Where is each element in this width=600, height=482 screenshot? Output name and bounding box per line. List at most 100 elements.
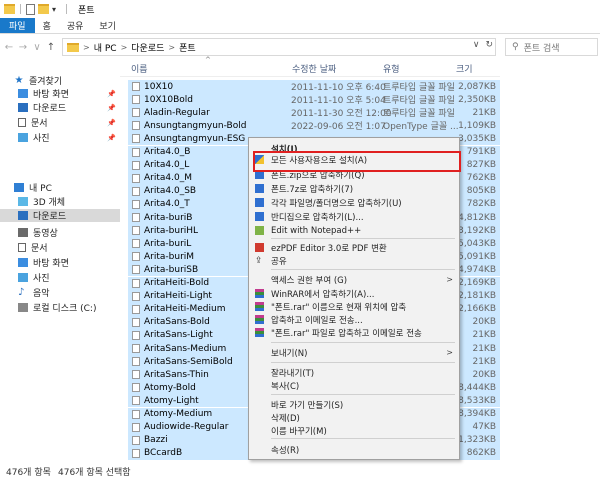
sidebar-item-this-pc[interactable]: 내 PC (0, 181, 120, 194)
sidebar-item-label: 바탕 화면 (33, 90, 69, 100)
file-name: 10X10 (144, 81, 174, 92)
share-icon: ⇪ (255, 256, 263, 266)
file-name: Arita-buriSB (144, 264, 199, 275)
sidebar-item-documents-pc[interactable]: 문서 (0, 241, 120, 254)
font-file-icon (132, 147, 140, 157)
context-menu-item[interactable]: 반디집으로 압축하기(L)... (249, 210, 459, 223)
sidebar-item-label: 사진 (33, 274, 50, 284)
context-menu-item[interactable]: 잘라내기(T) (249, 366, 459, 379)
sidebar-item-pictures-pc[interactable]: 사진 (0, 271, 120, 284)
notepad-icon (255, 226, 264, 235)
sidebar-item-quick-access[interactable]: ★ 즐겨찾기 (0, 74, 120, 87)
context-menu-item[interactable]: 바로 가기 만들기(S) (249, 398, 459, 411)
context-menu-item[interactable]: ⇪ 공유 (249, 254, 459, 267)
sidebar-item-documents[interactable]: 문서 📌 (0, 116, 120, 129)
sidebar-item-label: 즐겨찾기 (29, 77, 63, 87)
context-menu-item[interactable]: "폰트.rar" 이름으로 현재 위치에 압축 (249, 300, 459, 313)
file-name: Arita-buriB (144, 212, 193, 223)
column-header-size[interactable]: 크기 (456, 62, 473, 75)
context-menu-item[interactable]: 폰트.7z로 압축하기(7) (249, 182, 459, 195)
file-name: Arita-buriHL (144, 225, 199, 236)
context-menu-item[interactable]: 각각 파일명/폴더명으로 압축하기(U) (249, 196, 459, 209)
column-header-type[interactable]: 유형 (383, 62, 400, 75)
file-row[interactable]: 10X10Bold 2011-11-10 오후 5:04 트루타입 글꼴 파일 2,3… (128, 93, 500, 107)
context-menu-item[interactable]: Edit with Notepad++ (249, 224, 459, 237)
up-arrow-icon[interactable]: ↑ (44, 42, 58, 53)
refresh-icon[interactable]: ↻ (485, 40, 493, 50)
sidebar-item-local-disk[interactable]: 로컬 디스크 (C:) (0, 301, 120, 314)
column-header-name[interactable]: 이름 (131, 62, 148, 75)
new-folder-icon[interactable] (38, 4, 49, 14)
sidebar-item-videos[interactable]: 동영상 (0, 226, 120, 239)
winrar-icon (255, 302, 264, 311)
chevron-right-icon[interactable]: > (121, 43, 128, 52)
file-name: AritaHeiti-Light (144, 291, 212, 302)
zip-icon (255, 184, 264, 193)
search-placeholder: 폰트 검색 (523, 43, 560, 54)
file-size: 762KB (466, 173, 496, 184)
chevron-right-icon[interactable]: > (168, 43, 175, 52)
sidebar-item-downloads-pc[interactable]: 다운로드 (0, 209, 120, 222)
tab-home[interactable]: 홈 (35, 18, 59, 33)
address-dropdown-icon[interactable]: ∨ (473, 40, 480, 50)
sidebar-item-desktop[interactable]: 바탕 화면 📌 (0, 87, 120, 100)
file-size: 827KB (466, 160, 496, 171)
file-name: Arita4.0_L (144, 160, 190, 171)
sidebar-item-pictures[interactable]: 사진 📌 (0, 131, 120, 144)
breadcrumb-downloads[interactable]: 다운로드 (131, 41, 164, 54)
file-size: 5,043KB (458, 238, 496, 249)
context-menu-item[interactable]: 액세스 권한 부여 (G) > (249, 273, 459, 286)
context-menu-item[interactable]: ezPDF Editor 3.0로 PDF 변환 (249, 241, 459, 254)
font-file-icon (132, 278, 140, 288)
header-divider (120, 76, 500, 77)
zip-icon (255, 198, 264, 207)
recent-locations-icon[interactable]: ∨ (30, 42, 44, 53)
disk-icon (18, 303, 28, 312)
context-menu-label: 이름 바꾸기(M) (271, 426, 327, 437)
chevron-right-icon[interactable]: > (83, 43, 90, 52)
search-box[interactable]: ⚲ 폰트 검색 (505, 38, 598, 56)
file-name: AritaSans-Light (144, 330, 213, 341)
file-name: AritaSans-Thin (144, 369, 209, 380)
file-row[interactable]: Ansungtangmyun-Bold 2022-09-06 오전 1:07 Ope… (128, 119, 500, 133)
context-menu-label: 보내기(N) (271, 348, 308, 359)
sidebar-item-label: 음악 (33, 289, 50, 299)
quick-access-dropdown-icon[interactable]: ▾ (52, 5, 61, 14)
sidebar-item-3d-objects[interactable]: 3D 개체 (0, 195, 120, 208)
menu-separator (271, 342, 455, 343)
context-menu-item[interactable]: 압축하고 이메일로 전송... (249, 313, 459, 326)
tab-file[interactable]: 파일 (0, 18, 35, 33)
file-size: 2,087KB (458, 81, 496, 92)
tab-view[interactable]: 보기 (91, 18, 124, 33)
column-header-date[interactable]: 수정한 날짜 (292, 62, 336, 75)
file-row[interactable]: 10X10 2011-11-10 오후 6:40 트루타입 글꼴 파일 2,087KB (128, 80, 500, 93)
font-file-icon (132, 226, 140, 236)
sidebar-item-desktop-pc[interactable]: 바탕 화면 (0, 256, 120, 269)
context-menu-item[interactable]: "폰트.rar" 파일로 압축하고 이메일로 전송 (249, 326, 459, 339)
context-menu-item[interactable]: 보내기(N) > (249, 346, 459, 359)
forward-arrow-icon[interactable]: → (16, 42, 30, 53)
folder-icon (67, 42, 79, 52)
file-size: 21KB (472, 343, 496, 354)
pin-icon: 📌 (107, 133, 116, 142)
back-arrow-icon[interactable]: ← (2, 42, 16, 53)
file-size: 2,169KB (458, 278, 496, 288)
context-menu-item[interactable]: WinRAR에서 압축하기(A)... (249, 287, 459, 300)
title-separator (20, 4, 21, 14)
sidebar-item-downloads[interactable]: 다운로드 📌 (0, 101, 120, 114)
properties-icon[interactable] (26, 3, 35, 15)
sidebar-item-music[interactable]: ♪ 음악 (0, 286, 120, 299)
tab-share[interactable]: 공유 (59, 18, 92, 33)
address-bar[interactable]: > 내 PC > 다운로드 > 폰트 ∨ ↻ (62, 38, 496, 56)
context-menu-item[interactable]: 삭제(D) (249, 411, 459, 424)
context-menu-item[interactable]: 복사(C) (249, 379, 459, 392)
vertical-scrollbar[interactable] (588, 62, 600, 458)
breadcrumb-this-pc[interactable]: 내 PC (94, 41, 117, 54)
context-menu-label: 폰트.7z로 압축하기(7) (271, 184, 354, 195)
file-row[interactable]: Aladin-Regular 2011-11-30 오전 12:00 트루타입 글꼴… (128, 106, 500, 120)
breadcrumb-fonts[interactable]: 폰트 (179, 41, 196, 54)
font-file-icon (132, 317, 140, 327)
context-menu-item[interactable]: 이름 바꾸기(M) (249, 424, 459, 437)
sidebar-item-label: 로컬 디스크 (C:) (33, 304, 97, 314)
context-menu-item[interactable]: 속성(R) (249, 443, 459, 456)
